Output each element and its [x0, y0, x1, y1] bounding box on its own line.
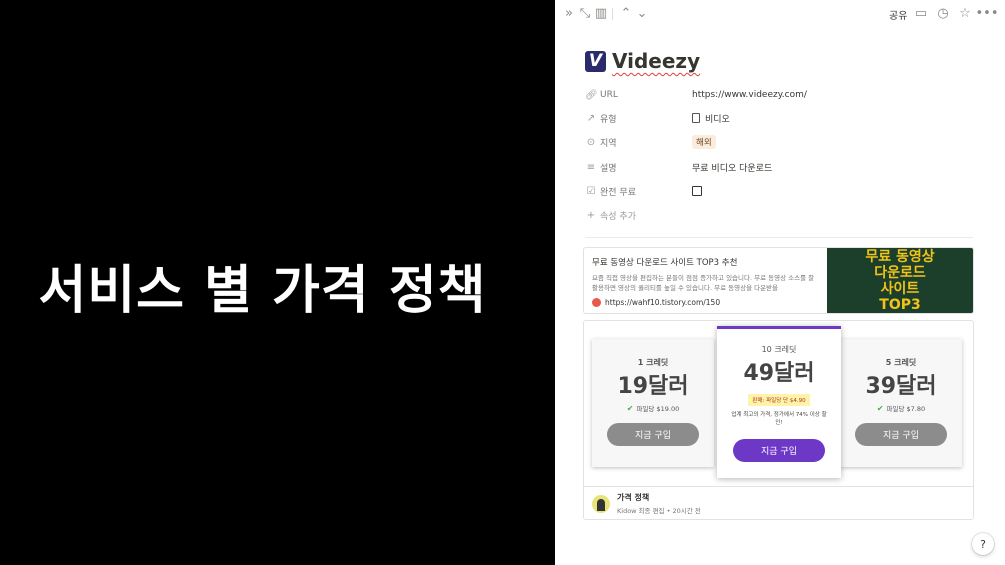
credit-label: 5 크레딧 — [885, 358, 917, 367]
arrow-up-right-icon: ↗ — [586, 112, 596, 124]
avatar — [592, 494, 610, 513]
property-free[interactable]: ☑ 완전 무료 — [585, 181, 985, 201]
check-icon: ✔ — [876, 404, 884, 413]
share-button[interactable]: 공유 — [889, 7, 907, 22]
expand-icon[interactable]: ⤡ — [577, 5, 593, 21]
thumb-line: 무료 동영상 — [865, 249, 935, 265]
more-icon[interactable]: ••• — [976, 5, 999, 21]
per-file: ✔ 파일당 $19.00 — [592, 403, 714, 413]
star-icon[interactable]: ☆ — [957, 5, 973, 21]
region-tag: 해외 — [692, 135, 716, 149]
clock-icon[interactable]: ◷ — [935, 5, 951, 21]
pricing-image-block: 1 크레딧 19달러 ✔ 파일당 $19.00 지금 구입 5 크레딧 39달러 … — [583, 320, 974, 520]
region-value[interactable]: 해외 — [692, 135, 716, 149]
pricing-card-3: 5 크레딧 39달러 ✔ 파일당 $7.80 지금 구입 — [840, 339, 962, 467]
free-checkbox[interactable] — [692, 186, 702, 196]
target-icon: ⊙ — [586, 136, 596, 148]
bookmark-card[interactable]: 무료 동영상 다운로드 사이트 TOP3 추천 요즘 직접 영상을 편집하는 분… — [583, 247, 974, 314]
divider — [585, 237, 973, 238]
pricing-card-2: 10 크레딧 49달러 판매: 파일당 단 $4.90 업계 최고의 가격, 정… — [717, 326, 841, 478]
buy-now-button[interactable]: 지금 구입 — [607, 423, 699, 446]
slide-title: 서비스 별 가격 정책 — [38, 261, 487, 321]
linked-page[interactable]: 가격 정책 Kidow 최종 편집 • 20시간 전 — [584, 486, 973, 519]
notion-page: » ⤡ ▥ ⌃ ⌄ 공유 ▭ ◷ ☆ ••• V Videezy 🔗︎ URL … — [555, 0, 1005, 565]
page-header: V Videezy — [585, 48, 700, 74]
bookmark-title: 무료 동영상 다운로드 사이트 TOP3 추천 — [592, 258, 738, 268]
property-region[interactable]: ⊙ 지역 해외 — [585, 132, 985, 152]
page-title[interactable]: Videezy — [612, 49, 700, 73]
type-value[interactable]: 비디오 — [692, 112, 730, 125]
add-property[interactable]: + 속성 추가 — [585, 205, 985, 225]
price: 19달러 — [617, 374, 689, 399]
property-label: 완전 무료 — [600, 187, 636, 198]
chevron-down-icon[interactable]: ⌄ — [634, 5, 650, 21]
type-value-text: 비디오 — [705, 114, 730, 125]
bookmark-thumbnail: 무료 동영상 다운로드 사이트 TOP3 — [827, 248, 973, 313]
help-button[interactable]: ? — [972, 533, 994, 555]
property-type[interactable]: ↗ 유형 비디오 — [585, 108, 985, 128]
chevron-up-icon[interactable]: ⌃ — [618, 5, 634, 21]
property-label: URL — [600, 90, 618, 100]
bookmark-description: 요즘 직접 영상을 편집하는 분들이 점점 증가하고 있습니다. 무료 동영상 … — [592, 274, 815, 292]
buy-now-button[interactable]: 지금 구입 — [733, 439, 825, 462]
price: 39달러 — [865, 374, 937, 399]
per-file-text: 파일당 $19.00 — [636, 405, 680, 413]
property-description[interactable]: ≡ 설명 무료 비디오 다운로드 — [585, 157, 985, 177]
buy-now-button[interactable]: 지금 구입 — [855, 423, 947, 446]
credit-label: 10 크레딧 — [761, 345, 797, 354]
document-icon — [692, 113, 700, 123]
check-icon: ✔ — [626, 404, 634, 413]
property-label: 설명 — [600, 163, 617, 174]
bookmark-url-text: https://wahf10.tistory.com/150 — [605, 298, 721, 307]
thumb-line: 다운로드 — [874, 265, 926, 281]
comment-icon[interactable]: ▭ — [913, 5, 929, 21]
plus-icon: + — [586, 209, 596, 221]
link-icon: 🔗︎ — [585, 89, 598, 101]
property-url[interactable]: 🔗︎ URL https://www.videezy.com/ — [585, 85, 985, 105]
free-value[interactable] — [692, 186, 702, 196]
bookmark-text: 무료 동영상 다운로드 사이트 TOP3 추천 요즘 직접 영상을 편집하는 분… — [592, 256, 822, 307]
sale-badge: 판매: 파일당 단 $4.90 — [748, 394, 810, 406]
price: 49달러 — [743, 361, 815, 386]
property-label: 유형 — [600, 114, 617, 125]
credit-label: 1 크레딧 — [637, 358, 669, 367]
discount-note: 업계 최고의 가격, 정가에서 74% 이상 할인! — [731, 412, 827, 426]
page-topbar: » ⤡ ▥ ⌃ ⌄ 공유 ▭ ◷ ☆ ••• — [555, 0, 1005, 28]
property-label: 지역 — [600, 138, 617, 149]
description-value[interactable]: 무료 비디오 다운로드 — [692, 161, 772, 174]
add-property-label: 속성 추가 — [600, 211, 636, 222]
favicon-icon — [592, 298, 601, 307]
videezy-logo: V — [585, 50, 606, 72]
thumb-line: 사이트 — [880, 281, 920, 297]
slide-panel: 서비스 별 가격 정책 — [0, 0, 555, 565]
text-lines-icon: ≡ — [586, 161, 596, 173]
toolbar-divider — [612, 8, 613, 20]
panel-icon[interactable]: ▥ — [593, 5, 609, 21]
double-chevron-right-icon[interactable]: » — [561, 5, 577, 21]
url-value[interactable]: https://www.videezy.com/ — [692, 90, 807, 100]
linked-page-title: 가격 정책 — [617, 493, 650, 502]
linked-page-meta: Kidow 최종 편집 • 20시간 전 — [617, 507, 701, 515]
pricing-card-1: 1 크레딧 19달러 ✔ 파일당 $19.00 지금 구입 — [592, 339, 714, 467]
bookmark-url: https://wahf10.tistory.com/150 — [592, 298, 822, 307]
thumb-line: TOP3 — [879, 297, 921, 313]
per-file-text: 파일당 $7.80 — [886, 405, 926, 413]
checkbox-icon: ☑ — [586, 185, 596, 197]
per-file: ✔ 파일당 $7.80 — [840, 403, 962, 413]
